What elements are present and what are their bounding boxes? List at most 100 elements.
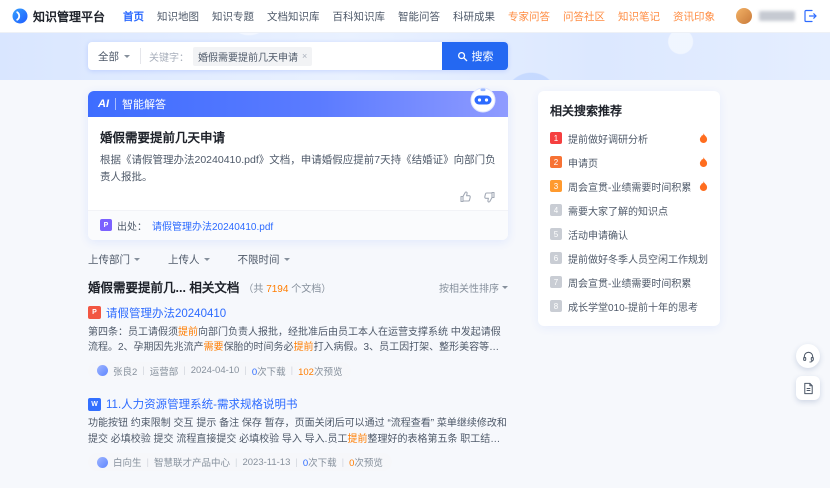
separator: | — [183, 365, 185, 376]
word-file-icon: W — [88, 398, 101, 411]
recommend-item[interactable]: 4需要大家了解的知识点 — [550, 198, 708, 222]
results-count-suffix: 个文档） — [288, 284, 331, 295]
view-suffix: 次预览 — [354, 458, 383, 469]
rank-badge: 4 — [550, 204, 562, 216]
download-count: 0次下载 — [252, 364, 286, 378]
rank-badge: 7 — [550, 276, 562, 288]
highlight-term: 需要 — [204, 342, 224, 353]
tag-close-icon[interactable]: × — [302, 52, 307, 61]
logout-icon[interactable] — [802, 8, 818, 24]
nav-item-2[interactable]: 知识地图 — [157, 9, 199, 24]
flame-icon — [699, 157, 708, 168]
author-name: 白向生 — [113, 455, 142, 469]
separator: | — [235, 457, 237, 468]
upload-date: 2023-11-13 — [242, 457, 290, 468]
view-count: 0次预览 — [349, 455, 383, 469]
result-title-row: P请假管理办法20240410 — [88, 305, 508, 321]
department-name: 运营部 — [150, 364, 179, 378]
nav-item-11[interactable]: 资讯印象 — [673, 9, 715, 24]
results-header: 婚假需要提前几... 相关文档 （共 7194 个文档） 按相关性排序 — [88, 277, 508, 296]
robot-icon — [468, 84, 498, 114]
filter-1[interactable]: 上传部门 — [88, 252, 140, 267]
nav-item-8[interactable]: 专家问答 — [508, 9, 550, 24]
chevron-down-icon — [134, 258, 140, 261]
highlight-term: 提前 — [347, 434, 367, 445]
recommend-label: 成长学堂010-提前十年的思考 — [568, 299, 708, 314]
rank-badge: 1 — [550, 132, 562, 144]
nav-item-5[interactable]: 百科知识库 — [333, 9, 386, 24]
search-icon — [457, 51, 468, 62]
main-nav: 首页知识地图知识专题文档知识库百科知识库智能问答科研成果专家问答问答社区知识笔记… — [123, 9, 715, 24]
result-item: P请假管理办法20240410第四条：员工请假须提前向部门负责人报批，经批准后由… — [88, 305, 508, 382]
nav-item-3[interactable]: 知识专题 — [212, 9, 254, 24]
filter-2[interactable]: 上传人 — [168, 252, 210, 267]
highlight-term: 提前 — [178, 327, 198, 338]
results-count: （共 7194 个文档） — [243, 280, 331, 295]
rank-badge: 8 — [550, 300, 562, 312]
search-category-select[interactable]: 全部 — [88, 42, 140, 70]
separator: | — [147, 457, 149, 468]
search-button[interactable]: 搜索 — [442, 42, 508, 70]
recommend-label: 周会宣贯-业绩需要时间积累 — [568, 179, 693, 194]
logo-icon — [12, 8, 28, 24]
nav-item-4[interactable]: 文档知识库 — [267, 9, 320, 24]
ai-card-body: 婚假需要提前几天申请 根据《请假管理办法20240410.pdf》文档，申请婚假… — [88, 117, 508, 210]
snippet-text: 第四条：员工请假须 — [88, 327, 178, 338]
sort-selector[interactable]: 按相关性排序 — [439, 280, 508, 295]
flame-icon — [699, 181, 708, 192]
result-title-link[interactable]: 请假管理办法20240410 — [106, 305, 226, 321]
search-keyword-tag[interactable]: 婚假需要提前几天申请 × — [193, 47, 312, 66]
top-header: 知识管理平台 首页知识地图知识专题文档知识库百科知识库智能问答科研成果专家问答问… — [0, 0, 830, 32]
logo-text: 知识管理平台 — [33, 8, 105, 25]
view-suffix: 次预览 — [314, 367, 343, 378]
recommend-item[interactable]: 1提前做好调研分析 — [550, 126, 708, 150]
download-count: 0次下载 — [303, 455, 337, 469]
source-file-link[interactable]: 请假管理办法20240410.pdf — [152, 218, 273, 233]
author-name: 张良2 — [113, 364, 137, 378]
result-title-link[interactable]: 11.人力资源管理系统-需求规格说明书 — [106, 396, 297, 412]
user-avatar[interactable] — [736, 8, 752, 24]
nav-item-9[interactable]: 问答社区 — [563, 9, 605, 24]
thumb-up-icon[interactable] — [459, 190, 473, 204]
thumb-down-icon[interactable] — [482, 190, 496, 204]
nav-item-1[interactable]: 首页 — [123, 9, 144, 24]
results-title: 婚假需要提前几... 相关文档 — [88, 277, 239, 296]
download-suffix: 次下载 — [257, 367, 286, 378]
nav-item-10[interactable]: 知识笔记 — [618, 9, 660, 24]
results-count-prefix: （共 — [243, 284, 266, 295]
chevron-down-icon — [284, 258, 290, 261]
search-keyword-tag-text: 婚假需要提前几天申请 — [198, 49, 298, 64]
chevron-down-icon — [124, 55, 130, 58]
headset-icon — [802, 350, 815, 363]
recommend-label: 活动申请确认 — [568, 227, 708, 242]
recommend-item[interactable]: 3周会宣贯-业绩需要时间积累 — [550, 174, 708, 198]
snippet-text: 保胎的时间务必 — [224, 342, 294, 353]
recommend-label: 提前做好冬季人员空闲工作规划 — [568, 251, 708, 266]
recommend-item[interactable]: 7 周会宣贯-业绩需要时间积累 — [550, 270, 708, 294]
search-category-value: 全部 — [98, 49, 119, 64]
recommend-item[interactable]: 6提前做好冬季人员空闲工作规划 — [550, 246, 708, 270]
ai-answer-card: AI 智能解答 婚假需要提前几天申请 根据《请假管理办法20240410.pdf… — [88, 91, 508, 240]
rank-badge: 5 — [550, 228, 562, 240]
nav-item-7[interactable]: 科研成果 — [453, 9, 495, 24]
main-column: AI 智能解答 婚假需要提前几天申请 根据《请假管理办法20240410.pdf… — [88, 91, 508, 488]
support-button[interactable] — [796, 344, 820, 368]
filter-3[interactable]: 不限时间 — [238, 252, 290, 267]
nav-item-6[interactable]: 智能问答 — [398, 9, 440, 24]
related-search-title: 相关搜索推荐 — [550, 102, 708, 119]
recommend-item[interactable]: 5 活动申请确认 — [550, 222, 708, 246]
recommend-label: 周会宣贯-业绩需要时间积累 — [568, 275, 708, 290]
result-meta: 张良2|运营部|2024-04-10|0次下载|102次预览 — [88, 362, 351, 380]
result-snippet: 功能按钮 约束限制 交互 提示 备注 保存 暂存，页面关闭后可以通过 “流程查看… — [88, 416, 508, 447]
results-count-number: 7194 — [266, 284, 288, 295]
result-item: W 11.人力资源管理系统-需求规格说明书功能按钮 约束限制 交互 提示 备注 保… — [88, 396, 508, 473]
user-name-redacted — [759, 11, 795, 21]
search-input[interactable]: 关键字： 婚假需要提前几天申请 × — [141, 42, 442, 70]
document-button[interactable] — [796, 376, 820, 400]
recommend-item[interactable]: 8 成长学堂010-提前十年的思考 — [550, 294, 708, 318]
recommend-item[interactable]: 2申请页 — [550, 150, 708, 174]
related-search-list: 1提前做好调研分析2申请页3周会宣贯-业绩需要时间积累4需要大家了解的知识点 5活… — [550, 126, 708, 318]
related-search-card: 相关搜索推荐 1提前做好调研分析2申请页3周会宣贯-业绩需要时间积累4需要大家了… — [538, 91, 720, 326]
view-count: 102次预览 — [298, 364, 342, 378]
app-logo[interactable]: 知识管理平台 — [12, 8, 105, 25]
